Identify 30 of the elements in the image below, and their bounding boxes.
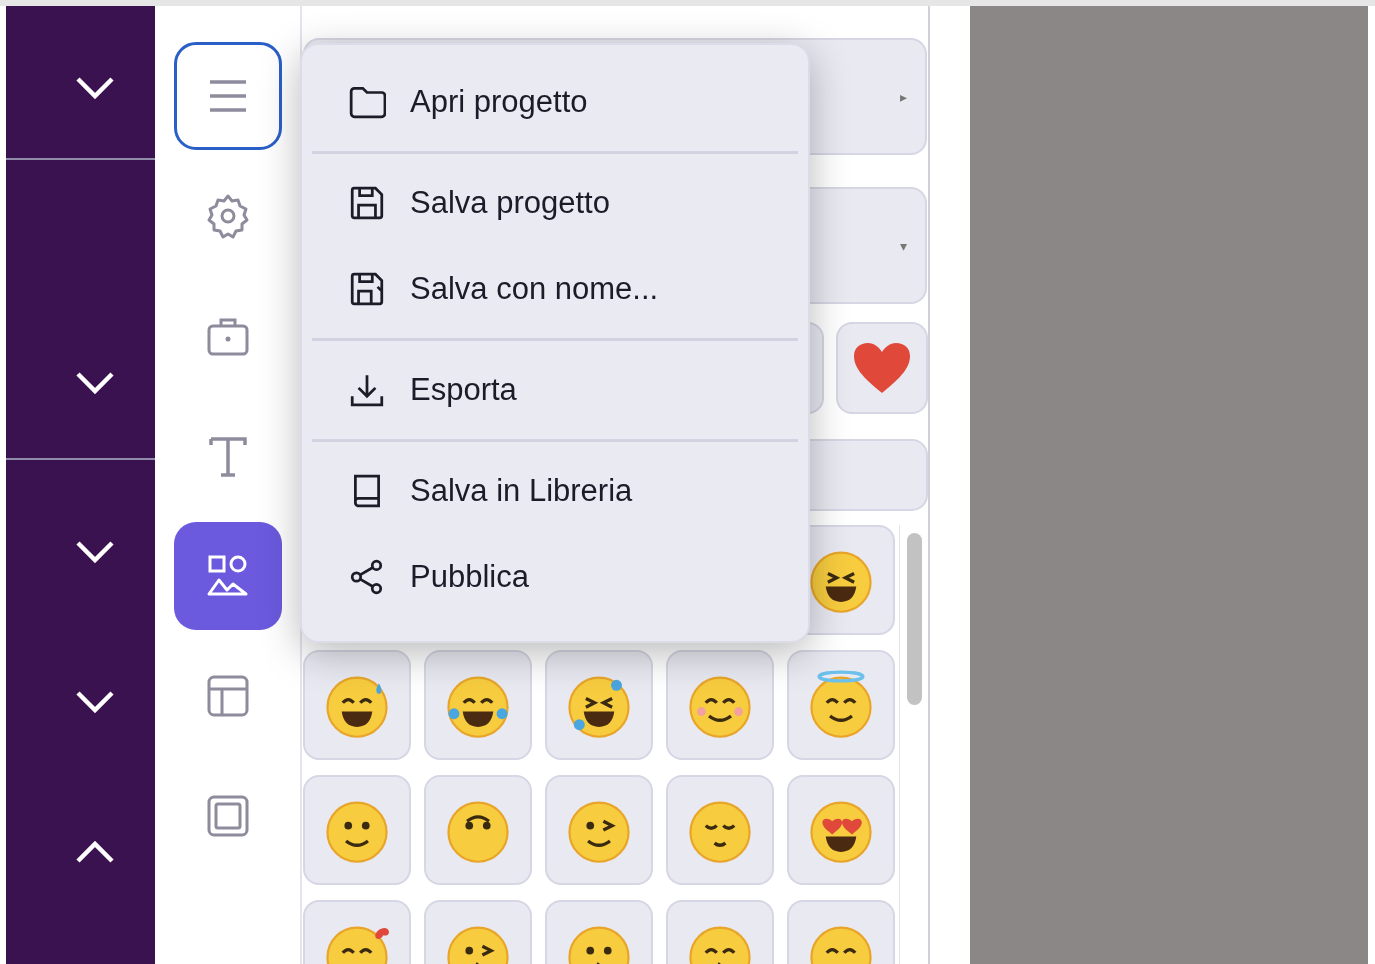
emoji-tile[interactable]	[666, 650, 774, 760]
emoji-tile[interactable]	[303, 775, 411, 885]
arrow: ▸	[900, 88, 907, 105]
expand-chevron-icon[interactable]	[74, 689, 115, 715]
emoji-tile[interactable]	[666, 775, 774, 885]
collapse-chevron-icon[interactable]	[74, 839, 115, 865]
tool-button[interactable]	[173, 42, 282, 150]
expand-chevron-icon[interactable]	[74, 75, 115, 101]
scrollbar-thumb[interactable]	[906, 533, 922, 705]
emoji-tile[interactable]	[787, 775, 895, 885]
expand-chevron-icon[interactable]	[74, 370, 115, 396]
arrow: ▾	[900, 237, 907, 254]
tool-button[interactable]	[173, 522, 282, 630]
emoji-tile[interactable]	[303, 650, 411, 760]
emoji-tile[interactable]	[545, 775, 653, 885]
save-icon	[348, 184, 386, 222]
heart-icon	[852, 341, 912, 395]
emoji-tile[interactable]	[787, 650, 895, 760]
option-tile[interactable]	[836, 322, 928, 414]
menu-item[interactable]: Esporta	[312, 347, 798, 433]
emoji-tile[interactable]	[424, 650, 532, 760]
menu-item[interactable]: Salva in Libreria	[312, 448, 798, 534]
save-as-icon	[348, 270, 386, 308]
menu-item[interactable]: Salva con nome...	[312, 246, 798, 332]
menu-item[interactable]: Pubblica	[312, 534, 798, 620]
menu-item[interactable]: Salva progetto	[312, 160, 798, 246]
menu-item[interactable]: Apri progetto	[312, 59, 798, 145]
emoji-tile[interactable]	[545, 650, 653, 760]
emoji-tile[interactable]	[424, 775, 532, 885]
expand-chevron-icon[interactable]	[74, 539, 115, 565]
